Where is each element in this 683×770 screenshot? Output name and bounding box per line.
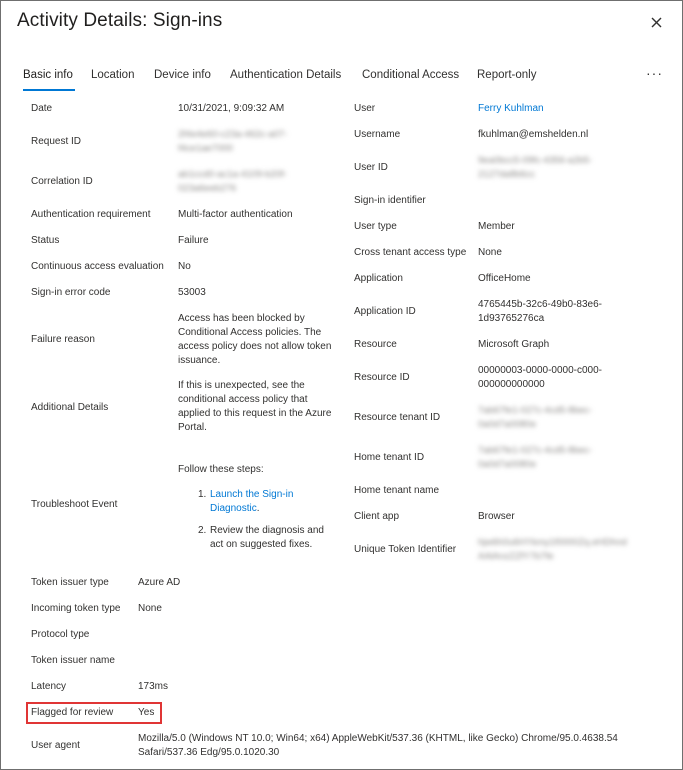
application-label: Application [354, 273, 403, 284]
user-link[interactable]: Ferry Kuhlman [478, 102, 544, 116]
request-id-value: 2f4e4e60-c23a-462c-a07- f4ce1ae7000 [178, 129, 288, 154]
home-tenant-name-label: Home tenant name [354, 485, 440, 496]
resource-tenant-id-label: Resource tenant ID [354, 412, 441, 423]
user-agent-label: User agent [31, 740, 80, 751]
tab-report-only[interactable]: Report-only [477, 69, 536, 81]
step-2-text: Review the diagnosis and act on suggeste… [210, 525, 324, 550]
cross-tenant-value: None [478, 247, 502, 258]
close-icon[interactable] [646, 12, 668, 34]
auth-requirement-value: Multi-factor authentication [178, 209, 293, 220]
continuous-access-label: Continuous access evaluation [31, 261, 164, 272]
client-app-label: Client app [354, 511, 400, 522]
step-1-number: 1. [198, 489, 207, 500]
user-agent-value: Mozilla/5.0 (Windows NT 10.0; Win64; x64… [138, 733, 618, 758]
user-type-value: Member [478, 221, 515, 232]
token-issuer-name-label: Token issuer name [31, 655, 115, 666]
resource-id-label: Resource ID [354, 372, 410, 383]
tab-basic-info[interactable]: Basic info [23, 69, 73, 81]
username-label: Username [354, 129, 401, 140]
user-id-value: 9ea0bcc5-09fc-4356-a2b5- 2127da8b6cc [478, 155, 593, 180]
status-label: Status [31, 235, 60, 246]
status-value: Failure [178, 235, 209, 246]
more-options-icon[interactable]: ··· [646, 65, 663, 81]
signin-identifier-label: Sign-in identifier [354, 195, 426, 206]
latency-label: Latency [31, 681, 67, 692]
troubleshoot-step-1: 1. Launch the Sign-in Diagnostic. [198, 488, 338, 516]
unique-token-value: hjw6h0u6HYkmy1f0000Zq.eHDhnd AAlAnzZZfY7b… [478, 537, 627, 562]
user-type-label: User type [354, 221, 397, 232]
activity-details-panel: Activity Details: Sign-ins Basic info Lo… [0, 0, 683, 770]
additional-details-value: If this is unexpected, see the condition… [178, 380, 332, 433]
correlation-id-value: ab1ccd0-ac1a-4109-b20f- 023a6eeb276 [178, 169, 287, 194]
troubleshoot-steps: 1. Launch the Sign-in Diagnostic. 2. Rev… [198, 488, 338, 560]
token-issuer-type-value: Azure AD [138, 577, 181, 588]
tab-location[interactable]: Location [91, 69, 134, 81]
application-id-label: Application ID [354, 306, 416, 317]
resource-label: Resource [354, 339, 397, 350]
username-value: fkuhlman@emshelden.nl [478, 129, 589, 140]
application-id-value: 4765445b-32c6-49b0-83e6- 1d93765276ca [478, 299, 602, 324]
dialog-title: Activity Details: Sign-ins [17, 10, 223, 31]
correlation-id-label: Correlation ID [31, 176, 93, 187]
tab-device-info[interactable]: Device info [154, 69, 211, 81]
resource-tenant-id-value: 7ab67fe1-027c-4cd5-8bec- 0a0d7a0080e [478, 405, 593, 430]
auth-requirement-label: Authentication requirement [31, 209, 151, 220]
protocol-type-label: Protocol type [31, 629, 90, 640]
user-id-label: User ID [354, 162, 388, 173]
token-issuer-type-label: Token issuer type [31, 577, 109, 588]
failure-reason-value: Access has been blocked by Conditional A… [178, 313, 332, 366]
troubleshoot-intro: Follow these steps: [178, 464, 264, 475]
error-code-value: 53003 [178, 287, 206, 298]
flagged-highlight-box [26, 702, 162, 724]
resource-id-value: 00000003-0000-0000-c000- 000000000000 [478, 365, 602, 390]
incoming-token-type-value: None [138, 603, 162, 614]
active-tab-indicator [23, 89, 75, 91]
request-id-label: Request ID [31, 136, 82, 147]
additional-details-label: Additional Details [31, 402, 109, 413]
error-code-label: Sign-in error code [31, 287, 111, 298]
user-label: User [354, 103, 376, 114]
date-label: Date [31, 103, 53, 114]
troubleshoot-step-2: 2. Review the diagnosis and act on sugge… [198, 524, 338, 552]
tab-bar: Basic info Location Device info Authenti… [1, 69, 683, 91]
step-2-number: 2. [198, 525, 207, 536]
cross-tenant-label: Cross tenant access type [354, 247, 467, 258]
troubleshoot-label: Troubleshoot Event [31, 499, 118, 510]
tab-authentication-details[interactable]: Authentication Details [230, 69, 341, 81]
client-app-value: Browser [478, 511, 515, 522]
date-value: 10/31/2021, 9:09:32 AM [178, 103, 285, 114]
home-tenant-id-label: Home tenant ID [354, 452, 425, 463]
failure-reason-label: Failure reason [31, 334, 95, 345]
resource-value: Microsoft Graph [478, 339, 550, 350]
step-1-tail: . [256, 503, 260, 514]
launch-diagnostic-link[interactable]: Launch the Sign-in Diagnostic [210, 489, 293, 514]
application-value: OfficeHome [478, 273, 531, 284]
continuous-access-value: No [178, 261, 191, 272]
incoming-token-type-label: Incoming token type [31, 603, 121, 614]
home-tenant-id-value: 7ab67fe1-027c-4cd5-8bec- 0a0d7a0080e [478, 445, 593, 470]
unique-token-label: Unique Token Identifier [354, 544, 457, 555]
tab-conditional-access[interactable]: Conditional Access [362, 69, 459, 81]
latency-value: 173ms [138, 681, 169, 692]
